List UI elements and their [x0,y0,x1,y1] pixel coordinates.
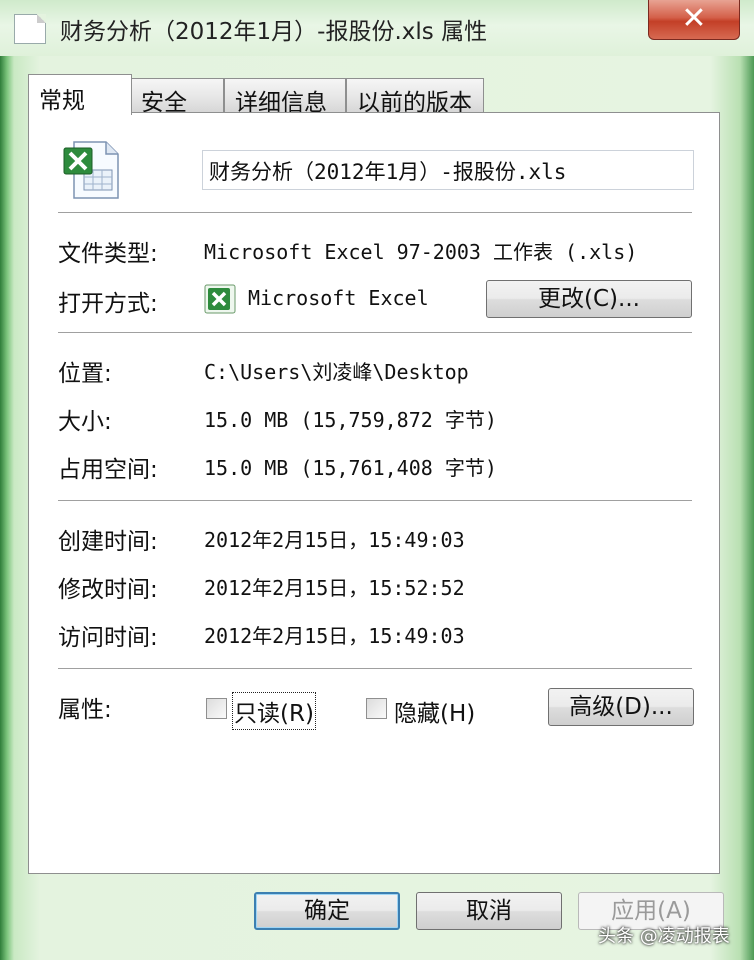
tab-security[interactable]: 安全 [130,78,224,116]
title-bar[interactable]: 财务分析（2012年1月）-报股份.xls 属性 ✕ [0,0,754,56]
disk-size-value: 15.0 MB (15,761,408 字节) [204,456,497,480]
excel-app-icon [204,284,236,314]
readonly-checkbox[interactable] [206,698,227,719]
divider [58,212,692,213]
filename-field[interactable]: 财务分析（2012年1月）-报股份.xls [202,150,694,190]
watermark: 头条 @凌动报表 [598,926,730,947]
location-value: C:\Users\刘凌峰\Desktop [204,360,469,384]
size-label: 大小: [58,409,112,435]
divider [58,500,692,501]
divider [58,668,692,669]
attributes-label: 属性: [58,697,112,723]
open-with-value: Microsoft Excel [248,286,429,310]
cancel-button[interactable]: 取消 [416,892,562,930]
file-icon [14,14,46,44]
advanced-button[interactable]: 高级(D)... [548,688,694,726]
excel-file-icon [63,141,119,199]
properties-window: 财务分析（2012年1月）-报股份.xls 属性 ✕ 常规 安全 详细信息 以前… [0,0,754,960]
hidden-checkbox[interactable] [366,698,387,719]
window-title: 财务分析（2012年1月）-报股份.xls 属性 [60,19,488,45]
tab-details[interactable]: 详细信息 [224,78,346,116]
readonly-label[interactable]: 只读(R) [232,692,316,730]
size-value: 15.0 MB (15,759,872 字节) [204,408,497,432]
location-label: 位置: [58,361,112,387]
disk-size-label: 占用空间: [58,457,158,483]
created-value: 2012年2月15日，15:49:03 [204,528,465,552]
accessed-label: 访问时间: [58,625,158,651]
file-type-label: 文件类型: [58,241,158,267]
open-with-label: 打开方式: [58,291,158,317]
created-label: 创建时间: [58,529,158,555]
tab-panel-general [28,112,720,874]
hidden-label[interactable]: 隐藏(H) [394,694,475,728]
tab-general[interactable]: 常规 [28,74,132,115]
tab-previous-versions[interactable]: 以前的版本 [346,78,484,116]
close-button[interactable]: ✕ [648,0,740,40]
divider [58,332,692,333]
ok-button[interactable]: 确定 [254,892,400,930]
modified-value: 2012年2月15日，15:52:52 [204,576,465,600]
modified-label: 修改时间: [58,577,158,603]
accessed-value: 2012年2月15日，15:49:03 [204,624,465,648]
file-type-value: Microsoft Excel 97-2003 工作表 (.xls) [204,240,638,264]
change-button[interactable]: 更改(C)... [486,280,692,318]
